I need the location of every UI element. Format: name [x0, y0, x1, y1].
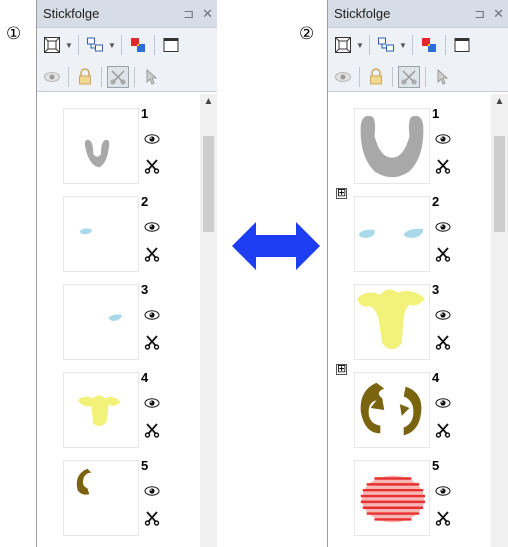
- item-thumbnail[interactable]: [354, 460, 430, 536]
- swap-arrow-icon: [232, 222, 320, 270]
- item-number: 5: [141, 458, 149, 473]
- scroll-up-arrow[interactable]: ▲: [491, 96, 508, 107]
- item-number: 3: [141, 282, 149, 297]
- scissors-icon[interactable]: [144, 510, 160, 531]
- order-dropdown-caret[interactable]: ▼: [108, 41, 116, 50]
- window-icon[interactable]: [451, 34, 473, 56]
- eye-icon[interactable]: [435, 220, 451, 238]
- eye-icon[interactable]: [144, 396, 160, 414]
- stitch-sequence-list[interactable]: 1 ⊞ 2 3 ⊞ 4 5: [328, 94, 490, 547]
- eye-icon[interactable]: [144, 484, 160, 502]
- order-icon[interactable]: [375, 34, 397, 56]
- panel-toolbar-bottom: [37, 62, 217, 92]
- eye-icon[interactable]: [435, 396, 451, 414]
- eye-icon[interactable]: [144, 132, 160, 150]
- list-item[interactable]: 3: [37, 276, 199, 364]
- scissors-icon[interactable]: [398, 65, 420, 88]
- item-thumbnail[interactable]: [63, 460, 139, 536]
- color-icon[interactable]: [127, 34, 149, 56]
- item-number: 4: [432, 370, 440, 385]
- scissors-icon[interactable]: [435, 510, 451, 531]
- scissors-icon[interactable]: [144, 246, 160, 267]
- item-thumbnail[interactable]: [354, 196, 430, 272]
- eye-icon[interactable]: [435, 132, 451, 150]
- scissors-icon[interactable]: [435, 158, 451, 179]
- item-thumbnail[interactable]: [354, 284, 430, 360]
- panel-toolbar-bottom: [328, 62, 508, 92]
- lock-icon[interactable]: [74, 66, 96, 88]
- close-icon[interactable]: ✕: [493, 6, 504, 22]
- item-number: 2: [432, 194, 440, 209]
- frame-icon[interactable]: [41, 34, 63, 56]
- eye-icon[interactable]: [41, 66, 63, 88]
- item-thumbnail[interactable]: [63, 108, 139, 184]
- scroll-up-arrow[interactable]: ▲: [200, 96, 217, 107]
- item-thumbnail[interactable]: [354, 108, 430, 184]
- scissors-icon[interactable]: [435, 246, 451, 267]
- scissors-icon[interactable]: [144, 422, 160, 443]
- eye-icon[interactable]: [144, 220, 160, 238]
- item-thumbnail[interactable]: [63, 196, 139, 272]
- expand-icon[interactable]: ⊞: [336, 363, 347, 375]
- scroll-thumb[interactable]: [203, 136, 214, 232]
- scissors-icon[interactable]: [435, 422, 451, 443]
- item-thumbnail[interactable]: [354, 372, 430, 448]
- pin-icon[interactable]: ⊐: [474, 6, 485, 22]
- panel-toolbar-top: ▼ ▼: [37, 28, 217, 62]
- panel-title: Stickfolge: [334, 6, 391, 21]
- panel-titlebar: Stickfolge ⊐ ✕: [37, 0, 217, 28]
- list-scrollbar[interactable]: ▲: [200, 94, 217, 547]
- pin-icon[interactable]: ⊐: [183, 6, 194, 22]
- list-item[interactable]: 1: [37, 100, 199, 188]
- expand-icon[interactable]: ⊞: [336, 187, 347, 199]
- item-number: 1: [432, 106, 440, 121]
- eye-icon[interactable]: [332, 66, 354, 88]
- embroidery-sequence-panel-left: Stickfolge ⊐ ✕ ▼ ▼ 1 2 3 4 5 ▲: [36, 0, 217, 547]
- item-thumbnail[interactable]: [63, 284, 139, 360]
- list-item[interactable]: 5: [328, 452, 490, 540]
- eye-icon[interactable]: [435, 308, 451, 326]
- marker-2: ②: [299, 24, 315, 43]
- panel-title: Stickfolge: [43, 6, 100, 21]
- list-item[interactable]: 5: [37, 452, 199, 540]
- order-dropdown-caret[interactable]: ▼: [399, 41, 407, 50]
- frame-dropdown-caret[interactable]: ▼: [356, 41, 364, 50]
- eye-icon[interactable]: [144, 308, 160, 326]
- pointer-icon[interactable]: [140, 66, 162, 88]
- scissors-icon[interactable]: [435, 334, 451, 355]
- marker-1: ①: [6, 24, 22, 43]
- frame-dropdown-caret[interactable]: ▼: [65, 41, 73, 50]
- close-icon[interactable]: ✕: [202, 6, 213, 22]
- window-icon[interactable]: [160, 34, 182, 56]
- stitch-sequence-list[interactable]: 1 2 3 4 5: [37, 94, 199, 547]
- list-item[interactable]: ⊞ 2: [328, 187, 490, 276]
- scissors-icon[interactable]: [144, 334, 160, 355]
- list-item[interactable]: 4: [37, 364, 199, 452]
- frame-icon[interactable]: [332, 34, 354, 56]
- panel-titlebar: Stickfolge ⊐ ✕: [328, 0, 508, 28]
- embroidery-sequence-panel-right: Stickfolge ⊐ ✕ ▼ ▼ 1 ⊞ 2 3 ⊞ 4 5 ▲: [327, 0, 508, 547]
- eye-icon[interactable]: [435, 484, 451, 502]
- list-item[interactable]: 3: [328, 276, 490, 364]
- list-item[interactable]: 2: [37, 188, 199, 276]
- scissors-icon[interactable]: [107, 65, 129, 88]
- panel-toolbar-top: ▼ ▼: [328, 28, 508, 62]
- pointer-icon[interactable]: [431, 66, 453, 88]
- item-number: 5: [432, 458, 440, 473]
- item-number: 1: [141, 106, 149, 121]
- item-thumbnail[interactable]: [63, 372, 139, 448]
- item-number: 3: [432, 282, 440, 297]
- list-item[interactable]: ⊞ 4: [328, 363, 490, 452]
- lock-icon[interactable]: [365, 66, 387, 88]
- list-item[interactable]: 1: [328, 100, 490, 188]
- list-scrollbar[interactable]: ▲: [491, 94, 508, 547]
- item-number: 2: [141, 194, 149, 209]
- color-icon[interactable]: [418, 34, 440, 56]
- scissors-icon[interactable]: [144, 158, 160, 179]
- order-icon[interactable]: [84, 34, 106, 56]
- scroll-thumb[interactable]: [494, 136, 505, 232]
- item-number: 4: [141, 370, 149, 385]
